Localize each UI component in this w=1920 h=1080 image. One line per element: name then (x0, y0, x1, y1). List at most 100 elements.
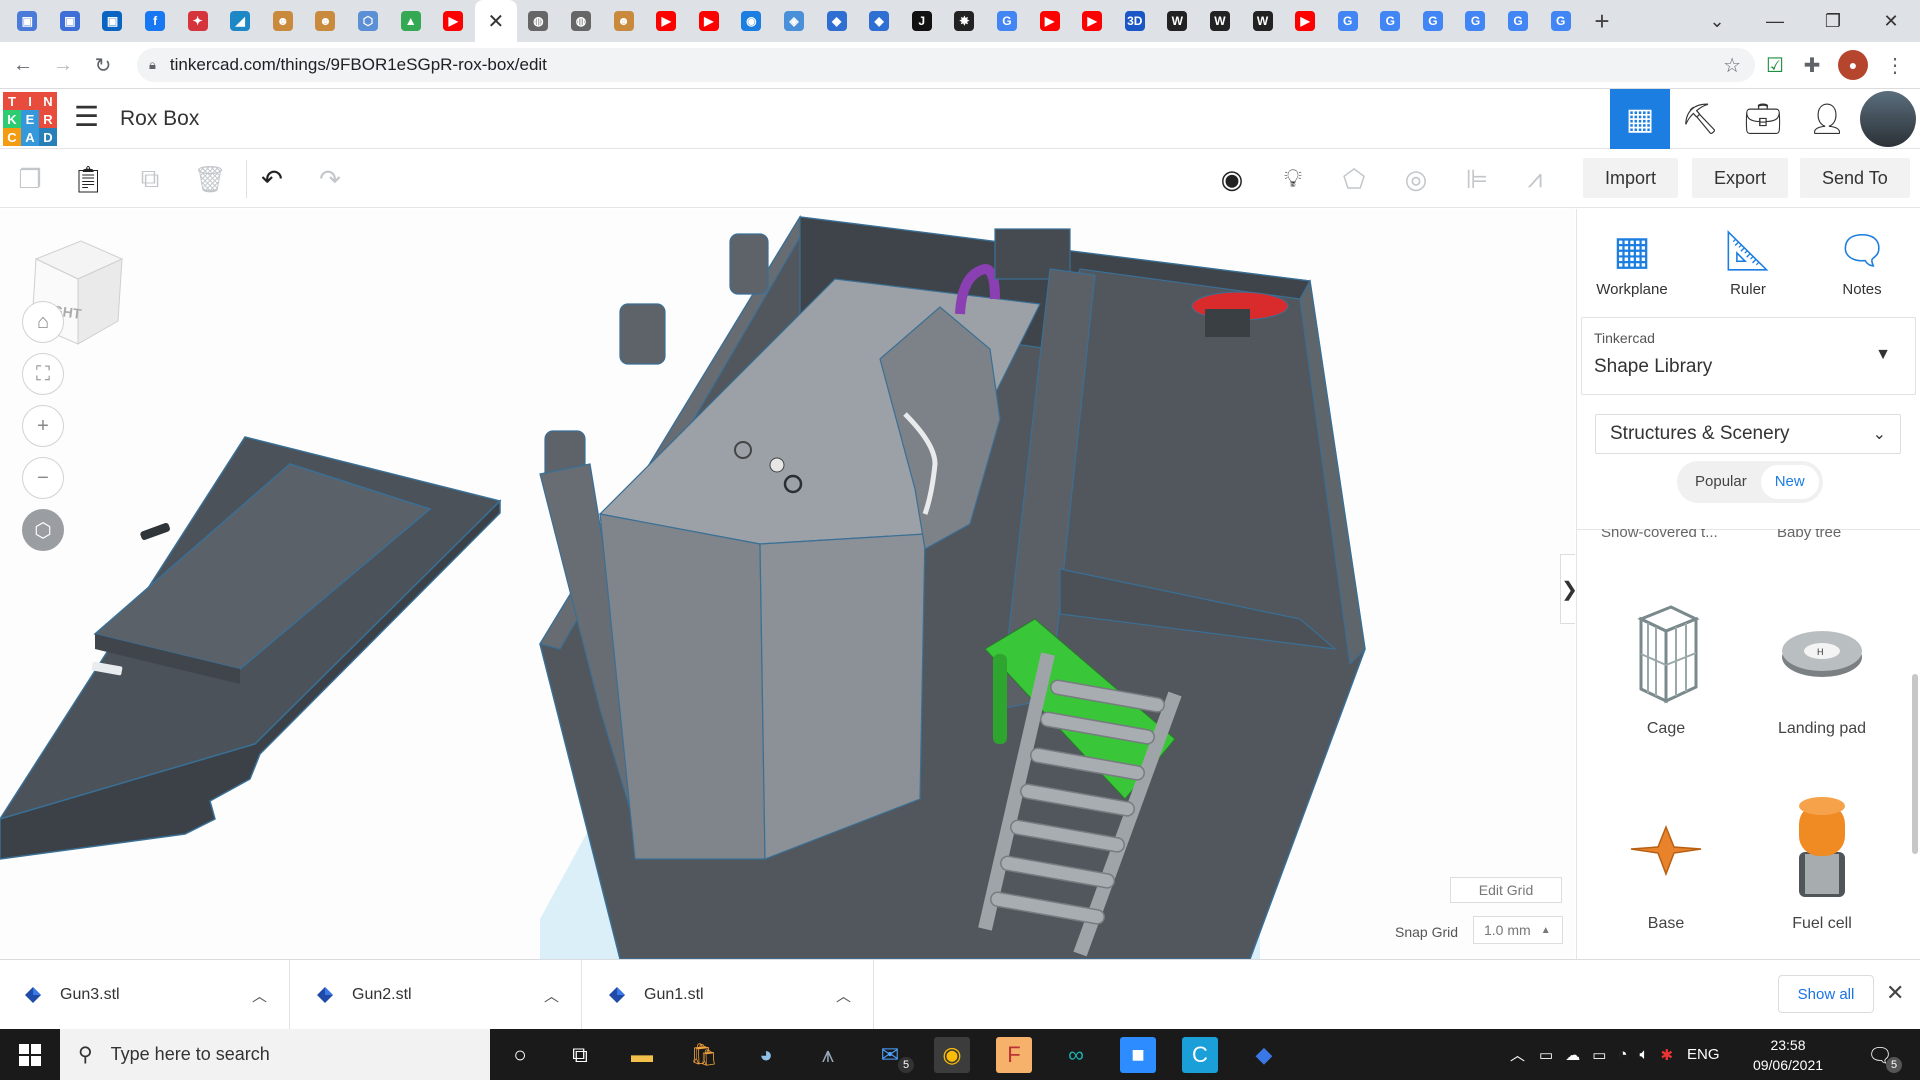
browser-tab[interactable]: G (1539, 0, 1582, 42)
browser-tab[interactable]: W (1199, 0, 1242, 42)
filter-popular[interactable]: Popular (1681, 465, 1761, 499)
light-bulb-button[interactable]: 💡︎ (1273, 159, 1313, 199)
volume-icon[interactable]: 🔈︎ (1639, 1046, 1648, 1063)
collapse-panel-button[interactable]: ❯ (1560, 554, 1575, 624)
panel-scrollbar[interactable] (1912, 674, 1918, 854)
browser-tab[interactable]: ◍ (560, 0, 603, 42)
browser-tab[interactable]: ☻ (304, 0, 347, 42)
language-indicator[interactable]: ENG (1687, 1046, 1720, 1063)
cura-icon[interactable]: C (1182, 1037, 1218, 1073)
forward-button[interactable]: → (46, 54, 80, 77)
browser-tab[interactable]: G (1369, 0, 1412, 42)
store-icon[interactable]: 🛍︎ (686, 1037, 722, 1073)
browser-tab[interactable]: ⬡ (347, 0, 390, 42)
paste-button[interactable]: 📋︎ (68, 159, 108, 199)
tab-search-icon[interactable]: ⌄ (1688, 11, 1746, 32)
task-view-icon[interactable]: ⧉ (562, 1037, 598, 1073)
fit-view-button[interactable]: ⛶ (22, 353, 64, 395)
browser-tab[interactable]: ✸ (943, 0, 986, 42)
lessons-button[interactable]: 💼︎ (1733, 89, 1793, 149)
profile-avatar-icon[interactable]: ● (1838, 50, 1868, 80)
browser-tab[interactable]: ▶ (645, 0, 688, 42)
workplane-tool[interactable]: ▦ Workplane (1587, 223, 1677, 298)
design-title[interactable]: Rox Box (120, 107, 199, 131)
show-all-downloads-button[interactable]: Show all (1778, 975, 1874, 1013)
browser-tab[interactable]: ▶ (432, 0, 475, 42)
browser-tab[interactable]: ◆ (815, 0, 858, 42)
tinkercad-logo[interactable]: TINKERCAD (3, 92, 57, 146)
copy-button[interactable]: ❐ (10, 159, 50, 199)
redo-button[interactable]: ↷ (310, 159, 350, 199)
battery-icon[interactable]: ▭ (1592, 1046, 1606, 1064)
taskbar-search-input[interactable]: ⚲ Type here to search (60, 1029, 490, 1080)
3d-workspace[interactable]: RIGHT ⌂ ⛶ + − ⬡ Edit Grid Snap Grid 1.0 … (0, 209, 1575, 959)
snap-grid-select[interactable]: 1.0 mm ▲ (1473, 916, 1563, 944)
steam-icon[interactable]: ◕ (748, 1037, 784, 1073)
bluetooth-icon[interactable]: ✱ (1660, 1046, 1673, 1064)
zoom-in-button[interactable]: + (22, 405, 64, 447)
category-select[interactable]: Structures & Scenery ⌄ (1595, 414, 1901, 454)
browser-tab[interactable]: f (134, 0, 177, 42)
browser-tab[interactable]: ☻ (602, 0, 645, 42)
align-button[interactable]: ⊫ (1457, 159, 1497, 199)
shape-library-select[interactable]: Tinkercad Shape Library ▼ (1581, 317, 1916, 395)
ungroup-button[interactable]: ◎ (1396, 159, 1436, 199)
home-view-button[interactable]: ⌂ (22, 301, 64, 343)
browser-tab[interactable]: G (986, 0, 1029, 42)
webcam-icon[interactable]: ▭ (1539, 1046, 1553, 1064)
design-list-icon[interactable]: ☰ (74, 103, 102, 131)
send-to-button[interactable]: Send To (1800, 158, 1910, 198)
browser-tab[interactable]: G (1454, 0, 1497, 42)
browser-tab[interactable]: ▶ (688, 0, 731, 42)
browser-tab[interactable]: ▣ (91, 0, 134, 42)
chevron-up-icon[interactable]: ︿ (836, 985, 851, 1006)
fusion-icon[interactable]: F (996, 1037, 1032, 1073)
close-downloads-icon[interactable]: ✕ (1886, 980, 1904, 1006)
chevron-up-icon[interactable]: ︿ (252, 985, 267, 1006)
edit-grid-button[interactable]: Edit Grid (1450, 877, 1562, 903)
browser-tab[interactable]: ☻ (262, 0, 305, 42)
browser-tab[interactable]: ◆ (858, 0, 901, 42)
3d-design-view-button[interactable]: ▦ (1610, 89, 1670, 149)
download-item[interactable]: Gun3.stl ︿ (0, 960, 290, 1030)
download-item[interactable]: Gun1.stl ︿ (584, 960, 874, 1030)
browser-tab[interactable]: ▣ (49, 0, 92, 42)
zoom-out-button[interactable]: − (22, 457, 64, 499)
camera-view-button[interactable]: ◉ (1212, 159, 1252, 199)
browser-tab[interactable]: W (1241, 0, 1284, 42)
browser-tab[interactable]: J (900, 0, 943, 42)
group-button[interactable]: ⬠ (1334, 159, 1374, 199)
3d-scene[interactable] (0, 209, 1575, 959)
shape-base[interactable]: Base (1591, 789, 1741, 933)
browser-tab[interactable]: ▶ (1071, 0, 1114, 42)
lid-shape[interactable] (0, 436, 502, 860)
undo-button[interactable]: ↶ (252, 159, 292, 199)
shape-fuel-cell[interactable]: Fuel cell (1747, 789, 1897, 933)
predator-icon[interactable]: ⩚ (810, 1037, 846, 1073)
arduino-icon[interactable]: ∞ (1058, 1037, 1094, 1073)
perspective-toggle-button[interactable]: ⬡ (22, 509, 64, 551)
url-input[interactable]: 🔒︎ tinkercad.com/things/9FBOR1eSGpR-rox-… (137, 48, 1755, 82)
bookmark-star-icon[interactable]: ☆ (1723, 53, 1741, 78)
browser-tab[interactable]: ◍ (517, 0, 560, 42)
onedrive-icon[interactable]: ☁ (1565, 1046, 1580, 1064)
browser-tab[interactable]: ▣ (6, 0, 49, 42)
browser-tab[interactable]: G (1412, 0, 1455, 42)
new-tab-button[interactable]: + (1582, 6, 1622, 37)
browser-tab[interactable]: ▶ (1284, 0, 1327, 42)
ruler-tool[interactable]: 📐︎ Ruler (1703, 223, 1793, 298)
filter-new[interactable]: New (1760, 465, 1819, 499)
browser-tab[interactable]: 3D (1113, 0, 1156, 42)
chrome-icon[interactable]: ◉ (934, 1037, 970, 1073)
extensions-puzzle-icon[interactable]: ✚ (1797, 50, 1827, 80)
shape-cage[interactable]: Cage (1591, 594, 1741, 738)
browser-tab[interactable]: G (1497, 0, 1540, 42)
notes-tool[interactable]: 🗨︎ Notes (1817, 223, 1907, 298)
browser-menu-icon[interactable]: ⋮ (1880, 50, 1910, 80)
browser-tab[interactable]: ◈ (773, 0, 816, 42)
minimize-button[interactable]: — (1746, 11, 1804, 32)
start-button[interactable] (0, 1029, 60, 1080)
shape-landing-pad[interactable]: H Landing pad (1747, 594, 1897, 738)
browser-tab[interactable]: ◢ (219, 0, 262, 42)
file-explorer-icon[interactable]: ▬ (624, 1037, 660, 1073)
